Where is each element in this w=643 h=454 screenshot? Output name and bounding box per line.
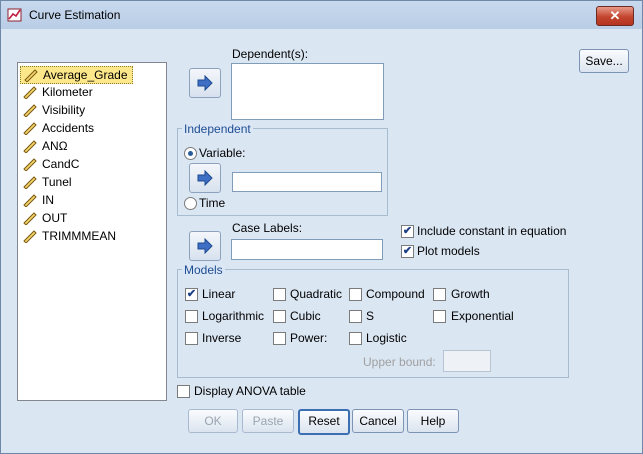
- arrow-right-icon: [197, 238, 213, 254]
- logistic-label: Logistic: [366, 331, 407, 345]
- variable-item[interactable]: IN: [20, 192, 58, 208]
- cubic-checkbox[interactable]: [273, 310, 286, 323]
- upper-bound-label: Upper bound:: [363, 355, 436, 369]
- include-constant-label: Include constant in equation: [417, 224, 567, 238]
- cancel-button[interactable]: Cancel: [352, 409, 404, 433]
- ruler-icon: [23, 176, 37, 189]
- time-radio[interactable]: [184, 197, 197, 210]
- growth-label: Growth: [451, 287, 490, 301]
- reset-button[interactable]: Reset: [298, 409, 350, 435]
- source-variable-list[interactable]: Average_Grade Kilometer Visibility Accid…: [17, 62, 167, 401]
- plot-models-checkbox[interactable]: ✔: [401, 245, 414, 258]
- s-label: S: [366, 309, 375, 323]
- growth-checkbox[interactable]: [433, 288, 446, 301]
- curve-estimation-dialog: Curve Estimation ✕ Average_Grade Kilomet…: [0, 0, 643, 454]
- ruler-icon: [23, 194, 37, 207]
- logarithmic-checkbox[interactable]: [185, 310, 198, 323]
- move-to-dependent-button[interactable]: [189, 68, 221, 98]
- variable-item[interactable]: Tunel: [20, 174, 76, 190]
- compound-label: Compound: [366, 287, 425, 301]
- variable-radio-label: Variable:: [199, 146, 246, 160]
- title-bar: Curve Estimation ✕: [1, 1, 642, 29]
- variable-item[interactable]: Kilometer: [20, 84, 97, 100]
- include-constant-checkbox[interactable]: ✔: [401, 225, 414, 238]
- arrow-right-icon: [197, 170, 213, 186]
- inverse-label: Inverse: [202, 331, 242, 345]
- logarithmic-label: Logarithmic: [202, 309, 265, 323]
- ruler-icon: [23, 230, 37, 243]
- app-icon: [7, 8, 22, 22]
- ruler-icon: [23, 140, 37, 153]
- quadratic-label: Quadratic: [290, 287, 343, 301]
- quadratic-checkbox[interactable]: [273, 288, 286, 301]
- linear-label: Linear: [202, 287, 236, 301]
- compound-checkbox[interactable]: [349, 288, 362, 301]
- upper-bound-field[interactable]: [443, 350, 491, 372]
- dependent-list[interactable]: [231, 63, 384, 120]
- help-button[interactable]: Help: [407, 409, 459, 433]
- move-to-case-labels-button[interactable]: [189, 231, 221, 261]
- case-labels-label: Case Labels:: [232, 221, 303, 235]
- variable-item[interactable]: TRIMMMEAN: [20, 228, 120, 244]
- paste-button[interactable]: Paste: [242, 409, 294, 433]
- linear-checkbox[interactable]: ✔: [185, 288, 198, 301]
- ok-button[interactable]: OK: [188, 409, 238, 433]
- display-anova-checkbox[interactable]: [177, 385, 190, 398]
- move-to-independent-button[interactable]: [189, 163, 221, 193]
- time-radio-label: Time: [199, 196, 226, 210]
- independent-variable-field[interactable]: [232, 172, 382, 192]
- save-button[interactable]: Save...: [579, 49, 629, 73]
- plot-models-label: Plot models: [417, 244, 480, 258]
- power-checkbox[interactable]: [273, 332, 286, 345]
- ruler-icon: [23, 212, 37, 225]
- inverse-checkbox[interactable]: [185, 332, 198, 345]
- variable-item[interactable]: Average_Grade: [20, 66, 133, 84]
- ruler-icon: [24, 69, 38, 82]
- logistic-checkbox[interactable]: [349, 332, 362, 345]
- ruler-icon: [23, 86, 37, 99]
- ruler-icon: [23, 122, 37, 135]
- close-button[interactable]: ✕: [596, 6, 634, 26]
- ruler-icon: [23, 158, 37, 171]
- variable-item[interactable]: ANΩ: [20, 138, 72, 154]
- exponential-checkbox[interactable]: [433, 310, 446, 323]
- independent-group-title: Independent: [182, 122, 253, 136]
- case-labels-field[interactable]: [231, 239, 383, 260]
- variable-item[interactable]: OUT: [20, 210, 71, 226]
- display-anova-label: Display ANOVA table: [194, 384, 306, 398]
- variable-radio[interactable]: [184, 147, 197, 160]
- arrow-right-icon: [197, 75, 213, 91]
- variable-item[interactable]: Accidents: [20, 120, 98, 136]
- variable-item[interactable]: Visibility: [20, 102, 89, 118]
- models-group-title: Models: [182, 263, 225, 277]
- ruler-icon: [23, 104, 37, 117]
- s-checkbox[interactable]: [349, 310, 362, 323]
- power-label: Power:: [290, 331, 328, 345]
- cubic-label: Cubic: [290, 309, 321, 323]
- dependent-label: Dependent(s):: [232, 47, 309, 61]
- window-title: Curve Estimation: [29, 8, 121, 22]
- exponential-label: Exponential: [451, 309, 514, 323]
- variable-item[interactable]: CandC: [20, 156, 83, 172]
